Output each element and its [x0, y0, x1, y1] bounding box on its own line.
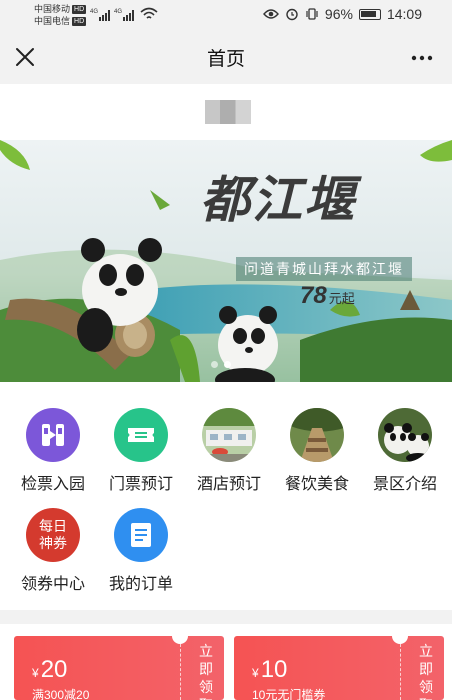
carrier-1: 中国移动	[34, 4, 71, 14]
menu-item-tickets[interactable]: 门票预订	[97, 408, 185, 494]
coupon-condition: 10元无门槛券	[252, 688, 326, 700]
status-bar: 中国移动 HD 中国电信 HD 4G 4G 96% 14:09	[0, 0, 452, 30]
panda-photo	[378, 408, 432, 462]
claim-coupon-button[interactable]: 立即领取	[418, 642, 434, 700]
hd-badge: HD	[72, 17, 87, 26]
menu-item-scenic-intro[interactable]: 景区介绍	[361, 408, 449, 494]
menu-label: 检票入园	[20, 476, 85, 493]
carrier-info: 中国移动 HD 中国电信 HD	[34, 3, 87, 27]
coupon-badge-text: 每日神券	[39, 518, 67, 551]
menu-label: 领券中心	[20, 576, 85, 593]
coupon-notch	[172, 636, 188, 644]
hotel-photo	[202, 408, 256, 462]
section-divider	[0, 610, 452, 624]
menu-label: 我的订单	[108, 576, 173, 593]
svg-text:4G: 4G	[90, 9, 98, 15]
coupon-condition: 满300减20	[32, 688, 90, 700]
coupon-card[interactable]: ¥20 满300减20 立即领取	[14, 636, 224, 700]
coupon-card[interactable]: ¥10 10元无门槛券 立即领取	[234, 636, 444, 700]
vibrate-icon	[306, 8, 318, 20]
carousel-dot-active[interactable]	[224, 361, 231, 368]
menu-label: 门票预订	[108, 476, 173, 493]
promo-banner[interactable]: 都江堰 问道青城山拜水都江堰 78 元起	[0, 140, 452, 382]
menu-label: 景区介绍	[372, 476, 437, 493]
battery-percent: 96%	[324, 6, 353, 22]
nav-bar: 首页	[0, 30, 452, 84]
menu-label: 餐饮美食	[284, 476, 349, 493]
coupon-notch	[392, 636, 408, 644]
order-icon	[114, 508, 168, 562]
menu-item-coupon-center[interactable]: 每日神券 领券中心	[9, 508, 97, 594]
svg-text:4G: 4G	[114, 9, 122, 15]
menu-label: 酒店预订	[196, 476, 261, 493]
coupon-amount: ¥20	[32, 656, 68, 683]
eye-icon	[262, 9, 279, 19]
page-title: 首页	[206, 49, 245, 70]
scenic-logo	[205, 100, 251, 124]
banner-title: 都江堰	[200, 170, 356, 229]
wifi-icon	[140, 7, 158, 19]
banner-subtitle: 问道青城山拜水都江堰	[236, 257, 412, 281]
menu-item-hotel[interactable]: 酒店预订	[185, 408, 273, 494]
menu-item-food[interactable]: 餐饮美食	[273, 408, 361, 494]
alarm-icon	[286, 8, 298, 21]
ticket-gate-icon	[26, 408, 80, 462]
ticket-icon	[114, 408, 168, 462]
more-icon[interactable]	[410, 48, 434, 68]
menu-item-checkin[interactable]: 检票入园	[9, 408, 97, 494]
claim-coupon-button[interactable]: 立即领取	[198, 642, 214, 700]
carrier-2: 中国电信	[34, 16, 71, 26]
food-photo	[290, 408, 344, 462]
coupon-separator	[400, 644, 401, 700]
carousel-dot[interactable]	[211, 361, 218, 368]
carousel-dots	[211, 361, 231, 368]
banner-price: 78 元起	[300, 282, 355, 309]
coupon-badge-icon: 每日神券	[26, 508, 80, 562]
coupon-amount: ¥10	[252, 656, 288, 683]
menu-item-my-orders[interactable]: 我的订单	[97, 508, 185, 594]
clock: 14:09	[386, 6, 422, 22]
status-right: 96% 14:09	[262, 6, 422, 22]
hd-badge: HD	[72, 5, 87, 14]
coupon-separator	[180, 644, 181, 700]
battery-icon	[358, 8, 381, 20]
